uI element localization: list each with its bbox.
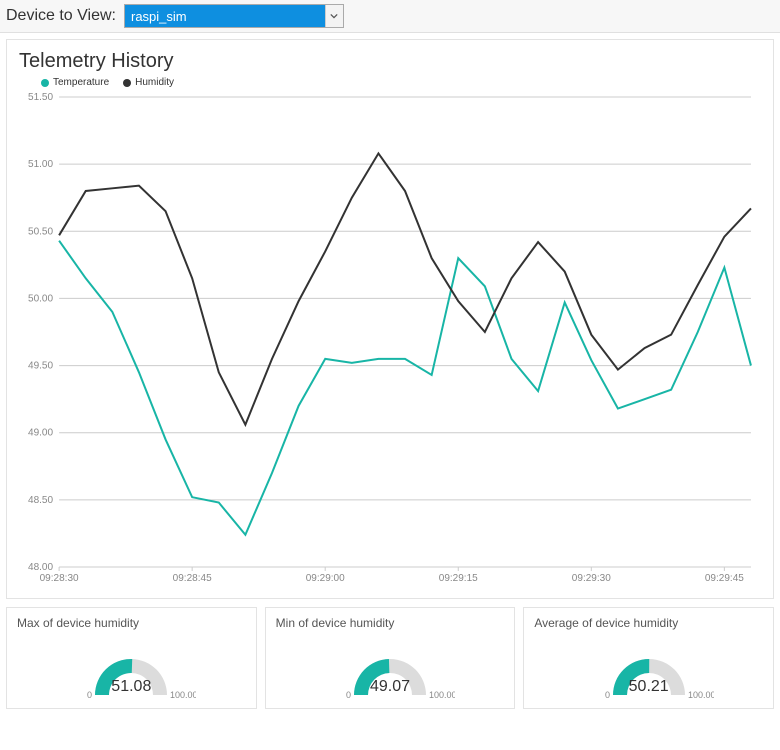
svg-text:09:29:00: 09:29:00 bbox=[306, 573, 345, 584]
legend-label: Temperature bbox=[53, 77, 109, 88]
svg-text:100.00: 100.00 bbox=[170, 690, 196, 700]
svg-text:50.00: 50.00 bbox=[28, 293, 53, 304]
svg-text:50.50: 50.50 bbox=[28, 226, 53, 237]
svg-text:51.00: 51.00 bbox=[28, 159, 53, 170]
svg-text:49.00: 49.00 bbox=[28, 428, 53, 439]
chart-title: Telemetry History bbox=[19, 50, 761, 73]
gauge-min-humidity: Min of device humidity 0 100.00 49.07 bbox=[265, 607, 516, 709]
gauge-chart: 0 100.00 49.07 bbox=[276, 636, 505, 700]
svg-text:09:29:45: 09:29:45 bbox=[705, 573, 744, 584]
legend-item-humidity[interactable]: Humidity bbox=[123, 77, 174, 88]
gauge-row: Max of device humidity 0 100.00 51.08 Min… bbox=[6, 607, 774, 709]
telemetry-chart: 48.00 48.50 49.00 49.50 50.00 50.50 51.00 51.50… bbox=[19, 92, 761, 592]
gauge-title: Min of device humidity bbox=[276, 616, 505, 630]
svg-text:09:29:30: 09:29:30 bbox=[572, 573, 611, 584]
telemetry-chart-card: Telemetry History Temperature Humidity 4… bbox=[6, 39, 774, 599]
svg-text:0: 0 bbox=[346, 690, 351, 700]
gauge-value: 50.21 bbox=[629, 678, 669, 696]
svg-text:51.50: 51.50 bbox=[28, 92, 53, 103]
device-select-label: Device to View: bbox=[6, 7, 116, 25]
svg-text:09:28:45: 09:28:45 bbox=[173, 573, 212, 584]
svg-text:48.00: 48.00 bbox=[28, 562, 53, 573]
svg-text:09:29:15: 09:29:15 bbox=[439, 573, 478, 584]
svg-text:0: 0 bbox=[87, 690, 92, 700]
svg-text:49.50: 49.50 bbox=[28, 361, 53, 372]
chevron-down-icon bbox=[325, 5, 343, 27]
gauge-chart: 0 100.00 50.21 bbox=[534, 636, 763, 700]
device-select[interactable]: raspi_sim bbox=[124, 4, 344, 28]
svg-text:100.00: 100.00 bbox=[688, 690, 714, 700]
gauge-chart: 0 100.00 51.08 bbox=[17, 636, 246, 700]
gauge-max-humidity: Max of device humidity 0 100.00 51.08 bbox=[6, 607, 257, 709]
legend-dot-icon bbox=[41, 79, 49, 87]
gauge-avg-humidity: Average of device humidity 0 100.00 50.21 bbox=[523, 607, 774, 709]
gauge-value: 49.07 bbox=[370, 678, 410, 696]
gauge-value: 51.08 bbox=[111, 678, 151, 696]
svg-text:48.50: 48.50 bbox=[28, 495, 53, 506]
device-select-value: raspi_sim bbox=[125, 5, 325, 27]
svg-text:0: 0 bbox=[605, 690, 610, 700]
legend-dot-icon bbox=[123, 79, 131, 87]
gauge-title: Average of device humidity bbox=[534, 616, 763, 630]
legend-label: Humidity bbox=[135, 77, 174, 88]
chart-legend: Temperature Humidity bbox=[41, 77, 761, 88]
main-content: Telemetry History Temperature Humidity 4… bbox=[0, 33, 780, 715]
gauge-title: Max of device humidity bbox=[17, 616, 246, 630]
svg-text:100.00: 100.00 bbox=[429, 690, 455, 700]
legend-item-temperature[interactable]: Temperature bbox=[41, 77, 109, 88]
svg-text:09:28:30: 09:28:30 bbox=[40, 573, 79, 584]
header-bar: Device to View: raspi_sim bbox=[0, 0, 780, 33]
